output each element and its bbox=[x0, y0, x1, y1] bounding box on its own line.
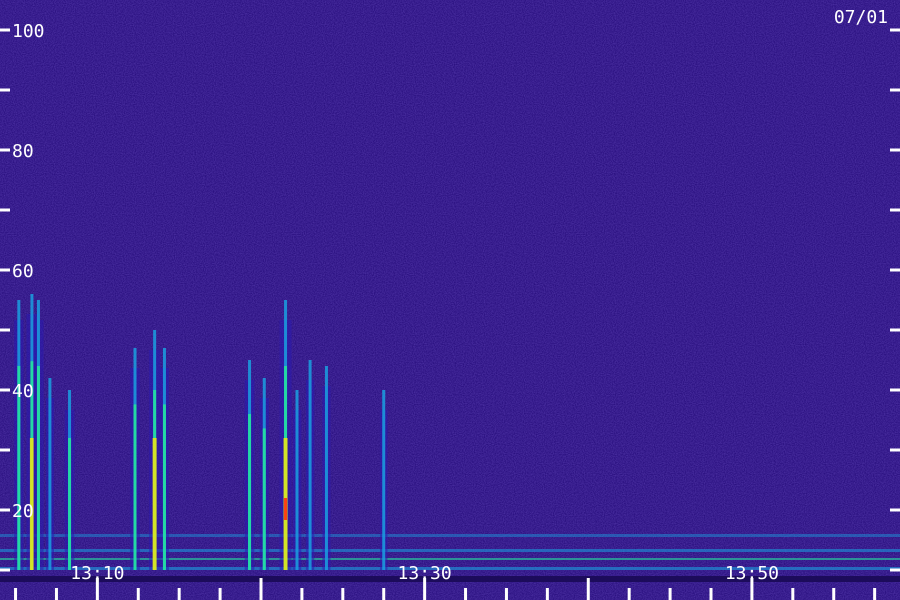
event-streak bbox=[382, 390, 386, 570]
event-streak-core bbox=[133, 404, 137, 570]
y-tick-label: 80 bbox=[12, 141, 34, 162]
event-streak bbox=[324, 366, 328, 570]
x-tick-label: 13:10 bbox=[70, 563, 124, 584]
event-streak-peak bbox=[152, 438, 157, 570]
x-tick-label: 13:30 bbox=[398, 563, 452, 584]
event-streak-core bbox=[248, 414, 252, 570]
y-tick-label: 20 bbox=[12, 501, 34, 522]
event-streak-core bbox=[162, 404, 166, 570]
date-label: 07/01 bbox=[834, 7, 888, 28]
event-streak bbox=[295, 390, 299, 570]
event-streak bbox=[48, 378, 52, 570]
event-streak-core bbox=[36, 366, 40, 570]
x-tick-label: 13:50 bbox=[725, 563, 779, 584]
y-tick-label: 40 bbox=[12, 381, 34, 402]
spectrogram-chart: 100 80 60 40 20 13:10 13:30 13:50 07/01 bbox=[0, 0, 900, 600]
y-tick-label: 60 bbox=[12, 261, 34, 282]
y-tick-label: 100 bbox=[12, 21, 45, 42]
event-streak bbox=[308, 360, 312, 570]
event-streak-core bbox=[68, 438, 72, 570]
event-streak-core bbox=[262, 428, 266, 570]
event-streak-max bbox=[284, 498, 288, 520]
